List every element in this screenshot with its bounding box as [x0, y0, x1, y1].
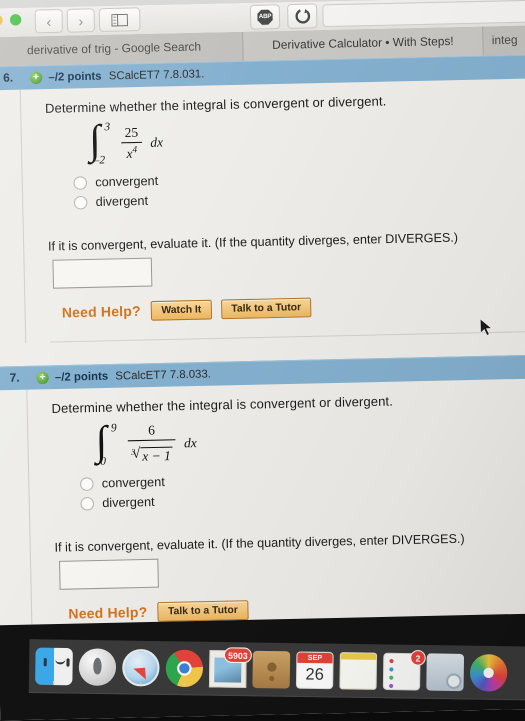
integral-sign-icon: ∫ 3 –2: [89, 123, 117, 165]
calendar-month: SEP: [297, 652, 332, 663]
mail-badge: 5903: [224, 647, 252, 663]
radio-convergent-6[interactable]: [73, 176, 87, 190]
dock-item-finder[interactable]: [35, 648, 73, 686]
question-block-6: 6. + –/2 points SCalcET7 7.8.031. Determ…: [0, 55, 525, 344]
watch-it-button-6[interactable]: Watch It: [151, 300, 212, 321]
dock-item-chrome[interactable]: [165, 649, 203, 687]
need-help-label-7: Need Help?: [68, 604, 147, 621]
question-block-7: 7. + –/2 points SCalcET7 7.8.033. Determ…: [0, 355, 525, 626]
option-divergent-6[interactable]: divergent: [74, 185, 525, 209]
talk-to-tutor-button-6[interactable]: Talk to a Tutor: [221, 298, 312, 320]
question-7-code: SCalcET7 7.8.033.: [115, 368, 211, 383]
answer-input-6[interactable]: [52, 258, 152, 289]
running-indicator: [53, 681, 55, 683]
dock-item-calendar[interactable]: SEP 26: [296, 651, 334, 689]
option-label: divergent: [102, 495, 155, 511]
screen-photo: Window Help ‹ › ABP: [0, 0, 525, 721]
integral-upper-limit: 3: [104, 121, 110, 134]
differential-dx: dx: [150, 134, 163, 151]
dock-item-system-preferences[interactable]: [426, 653, 464, 691]
plus-circle-icon[interactable]: +: [30, 72, 43, 85]
window-controls: [0, 14, 21, 26]
question-6-number: 6.: [0, 72, 30, 85]
question-7-integral: ∫ 9 0 6 3 √ x − 1: [95, 414, 525, 466]
option-divergent-7[interactable]: divergent: [80, 486, 525, 510]
question-7-points: –/2 points: [55, 370, 108, 384]
zoom-button[interactable]: [10, 14, 22, 26]
mouse-cursor-icon: [480, 318, 494, 337]
answer-input-7[interactable]: [59, 559, 159, 590]
minimize-button[interactable]: [0, 14, 3, 26]
dock-item-reminders[interactable]: 2: [383, 653, 421, 691]
question-7-body: Determine whether the integral is conver…: [0, 379, 525, 626]
question-6-options: convergent divergent: [73, 165, 525, 209]
question-6-help-row: Need Help? Watch It Talk to a Tutor: [62, 293, 525, 323]
adblock-plus-button[interactable]: ABP: [250, 4, 281, 29]
question-7-number: 7.: [0, 372, 37, 385]
dock-item-photos[interactable]: [470, 654, 508, 692]
question-6-points: –/2 points: [48, 70, 101, 84]
tab-integ[interactable]: integ: [483, 24, 525, 55]
dock-item-launchpad[interactable]: [79, 648, 117, 686]
forward-button[interactable]: ›: [67, 8, 95, 32]
cube-root: 3 √ x − 1: [131, 446, 173, 466]
question-6-subprompt: If it is convergent, evaluate it. (If th…: [48, 229, 525, 254]
fraction-numerator: 25: [121, 124, 141, 141]
address-bar[interactable]: [322, 0, 525, 27]
navigation-buttons: ‹ ›: [35, 8, 96, 33]
dock-item-contacts[interactable]: [252, 651, 290, 689]
integral-upper-limit: 9: [111, 421, 117, 434]
option-label: convergent: [102, 475, 165, 491]
dock-item-mail[interactable]: 5903: [209, 650, 247, 688]
dock-item-safari[interactable]: [122, 649, 160, 687]
option-label: divergent: [96, 193, 149, 209]
need-help-label-6: Need Help?: [62, 303, 141, 320]
running-indicator: [140, 682, 142, 684]
dock-item-notes[interactable]: [339, 652, 377, 690]
integral-lower-limit: 0: [100, 455, 106, 468]
macos-dock: 5903 SEP 26 2: [29, 639, 525, 701]
integrand-fraction: 25 x4: [121, 124, 143, 162]
sidebar-toggle-icon: [111, 13, 128, 26]
radicand: x − 1: [140, 447, 173, 465]
sidebar-toggle-button[interactable]: [99, 7, 141, 32]
denominator-exponent: 4: [132, 144, 137, 154]
calendar-day: 26: [297, 663, 333, 688]
integral-lower-limit: –2: [94, 154, 106, 167]
radio-divergent-6[interactable]: [74, 195, 88, 209]
reload-icon: [294, 8, 311, 25]
running-indicator: [183, 683, 185, 685]
adblock-plus-icon: ABP: [257, 9, 273, 25]
option-label: convergent: [95, 174, 158, 190]
fraction-denominator: x4: [123, 144, 140, 162]
question-7-subprompt: If it is convergent, evaluate it. (If th…: [54, 530, 525, 555]
plus-circle-icon[interactable]: +: [36, 372, 49, 385]
talk-to-tutor-button-7[interactable]: Talk to a Tutor: [157, 600, 248, 622]
radio-divergent-7[interactable]: [80, 496, 94, 510]
question-6-integral: ∫ 3 –2 25 x4 dx: [89, 114, 525, 165]
reload-button[interactable]: [287, 3, 318, 28]
reminders-badge: 2: [410, 650, 426, 666]
back-button[interactable]: ‹: [35, 9, 63, 33]
differential-dx: dx: [184, 434, 197, 451]
radio-convergent-7[interactable]: [80, 477, 94, 491]
question-6-body: Determine whether the integral is conver…: [0, 79, 525, 344]
question-7-options: convergent divergent: [80, 467, 525, 511]
integrand-fraction: 6 3 √ x − 1: [127, 422, 176, 465]
fraction-denominator: 3 √ x − 1: [128, 441, 176, 465]
integral-sign-icon: ∫ 9 0: [95, 423, 123, 465]
question-6-code: SCalcET7 7.8.031.: [109, 68, 205, 83]
section-divider: [50, 331, 525, 343]
fraction-numerator: 6: [145, 422, 158, 439]
